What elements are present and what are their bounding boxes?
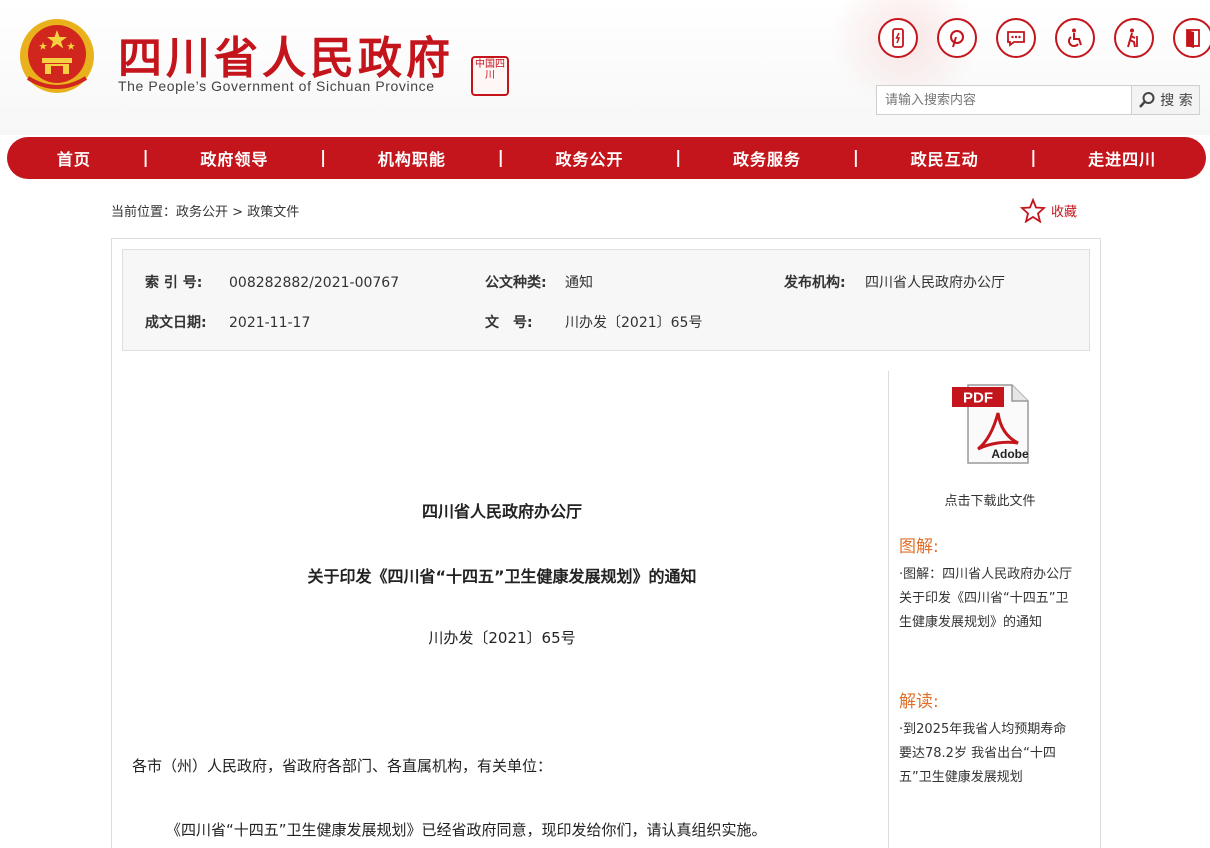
national-emblem-icon[interactable] [18,16,96,96]
interpretation-heading: 解读: [899,692,939,712]
exit-icon [1186,29,1200,48]
meta-docno-value: 川办发〔2021〕65号 [565,315,703,331]
meta-type-label: 公文种类: [485,275,547,291]
pdf-label: PDF [963,390,993,407]
nav-separator: | [142,148,149,168]
document-number: 川办发〔2021〕65号 [428,629,576,647]
meta-index: 索 引 号: 008282882/2021-00767 [145,272,399,292]
download-file-link[interactable]: 点击下载此文件 [890,490,1090,509]
nav-item-services[interactable]: 政务服务 [733,146,801,170]
search-button[interactable]: 搜 索 [1131,86,1199,114]
exit-button[interactable] [1173,18,1210,58]
nav-separator: | [497,148,504,168]
favorite-button[interactable]: 收藏 [1020,198,1077,223]
meta-index-value: 008282882/2021-00767 [229,275,400,291]
accessibility-icon [1068,28,1082,47]
adobe-label: Adobe [991,447,1029,461]
elderly-mode-button[interactable] [1114,18,1154,58]
meta-date: 成文日期: 2021-11-17 [145,312,310,332]
meta-issuer-value: 四川省人民政府办公厅 [865,275,1005,291]
mobile-icon [892,28,904,48]
main-nav: 首页 | 政府领导 | 机构职能 | 政务公开 | 政务服务 | 政民互动 | … [7,137,1206,179]
nav-item-interaction[interactable]: 政民互动 [911,146,979,170]
breadcrumb-separator: > [228,205,248,220]
interpretation-link[interactable]: ·到2025年我省人均预期寿命要达78.2岁 我省出台“十四五”卫生健康发展规划 [899,718,1079,790]
document-recipients: 各市（州）人民政府，省政府各部门、各直属机构，有关单位： [132,757,553,775]
graphic-link[interactable]: ·图解：四川省人民政府办公厅关于印发《四川省“十四五”卫生健康发展规划》的通知 [899,563,1079,635]
search-box: 搜 索 [876,85,1200,115]
meta-issuer-label: 发布机构: [784,275,846,291]
breadcrumb-link-open-affairs[interactable]: 政务公开 [176,205,228,220]
meta-type-value: 通知 [565,275,593,291]
china-sichuan-seal: 中国四川 [471,56,509,96]
pinterest-button[interactable] [937,18,977,58]
nav-item-functions[interactable]: 机构职能 [378,146,446,170]
search-icon [1139,92,1155,108]
nav-separator: | [675,148,682,168]
search-button-label: 搜 索 [1160,93,1193,109]
meta-docno-label: 文 号: [485,315,533,331]
meta-type: 公文种类: 通知 [485,272,593,292]
star-icon [1020,198,1046,223]
site-header: 四川省人民政府 The People’s Government of Sichu… [0,0,1210,135]
document-meta-table: 索 引 号: 008282882/2021-00767 公文种类: 通知 发布机构:… [122,249,1090,351]
site-subtitle: The People’s Government of Sichuan Provi… [118,78,435,94]
meta-issuer: 发布机构: 四川省人民政府办公厅 [784,272,1005,292]
search-input[interactable] [877,86,1131,114]
nav-item-home[interactable]: 首页 [57,146,91,170]
meta-docno: 文 号: 川办发〔2021〕65号 [485,312,702,332]
pinterest-icon [950,30,964,48]
toolbar [878,18,1210,58]
meta-date-value: 2021-11-17 [229,315,311,331]
message-button[interactable] [996,18,1036,58]
graphic-heading: 图解: [899,537,939,557]
document-issuer: 四川省人民政府办公厅 [421,502,582,521]
nav-separator: | [320,148,327,168]
meta-index-label: 索 引 号: [145,275,203,291]
message-icon [1007,31,1025,47]
breadcrumb-link-policy-docs[interactable]: 政策文件 [247,205,299,220]
mobile-version-button[interactable] [878,18,918,58]
nav-separator: | [852,148,859,168]
pdf-file-icon[interactable]: PDF Adobe [950,383,1030,465]
column-divider [888,371,889,848]
elderly-icon [1127,28,1138,48]
document-paragraph: 《四川省“十四五”卫生健康发展规划》已经省政府同意，现印发给你们，请认真组织实施… [166,821,767,839]
document-title: 关于印发《四川省“十四五”卫生健康发展规划》的通知 [307,567,697,586]
accessibility-button[interactable] [1055,18,1095,58]
breadcrumb-prefix: 当前位置： [111,205,177,220]
nav-separator: | [1030,148,1037,168]
site-title[interactable]: 四川省人民政府 [118,22,454,86]
nav-item-open-affairs[interactable]: 政务公开 [555,146,623,170]
nav-item-about-sichuan[interactable]: 走进四川 [1088,146,1156,170]
meta-date-label: 成文日期: [145,315,207,331]
favorite-label: 收藏 [1051,205,1078,220]
breadcrumb: 当前位置：政务公开 > 政策文件 [111,201,299,220]
nav-item-leaders[interactable]: 政府领导 [200,146,268,170]
